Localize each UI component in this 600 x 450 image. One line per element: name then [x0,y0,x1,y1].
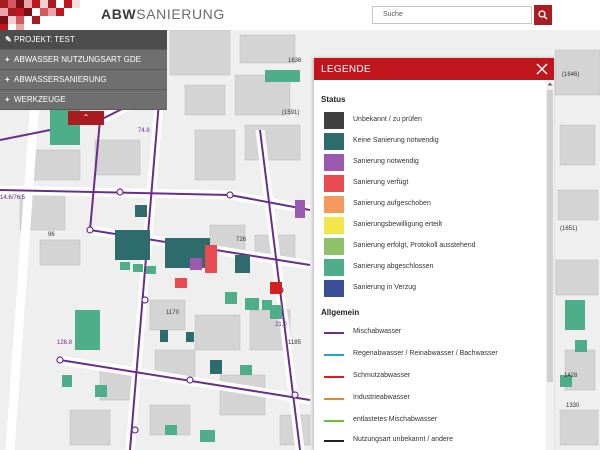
legend-item-label: Regenabwasser / Reinabwasser / Bachwasse… [353,350,498,357]
menu-item-abwassersanierung[interactable]: + ABWASSERSANIERUNG [0,70,167,90]
map-label-pipe-1: 14.6/76.5 [0,195,26,201]
legend-line-item: entlastetes Mischabwasser [324,412,544,430]
legend-item-label: Sanierung abgeschlossen [353,263,434,270]
plus-icon: + [5,75,10,84]
legend-status-item: Sanierung in Verzug [324,280,544,298]
map-label-1330: 1330 [566,403,580,409]
map-label-1428: 1428 [564,373,578,379]
line-swatch [324,332,344,334]
legend-line-item: Nutzungsart unbekannt / andere [324,432,544,450]
map-label-726: 726 [236,237,247,243]
status-swatch [324,259,344,276]
close-icon [536,63,548,75]
map-label-1591: (1591) [282,110,300,116]
menu-collapse-button[interactable]: ⌃ [68,111,104,125]
chevron-up-icon: ⌃ [82,113,90,122]
legend-line-item: Regenabwasser / Reinabwasser / Bachwasse… [324,346,544,364]
legend-item-label: Unbekannt / zu prüfen [353,116,422,123]
map-label-1185: 1185 [288,340,301,346]
legend-status-item: Sanierung notwendig [324,154,544,172]
legend-scrollbar[interactable] [546,80,554,450]
map-label-96: 96 [48,232,55,238]
menu-item-label: ABWASSERSANIERUNG [14,75,107,84]
status-swatch [324,280,344,297]
status-swatch [324,112,344,129]
legend-item-label: Sanierungsbewilligung erteilt [353,221,443,228]
map-label-1636: 1636 [288,58,302,64]
legend-general-heading: Allgemein [321,308,360,317]
search-input[interactable]: Suche [372,6,532,24]
app-header: ABWSANIERUNG Suche [0,0,600,30]
legend-status-item: Sanierung erfolgt, Protokoll ausstehend [324,238,544,256]
map-label-pipe-3: 126.8 [57,340,73,346]
legend-body[interactable]: Status Unbekannt / zu prüfen Keine Sanie… [314,80,546,450]
menu-item-werkzeuge[interactable]: + WERKZEUGE [0,90,167,110]
scrollbar-thumb[interactable] [547,90,553,382]
line-swatch [324,354,344,356]
legend-item-label: Sanierung aufgeschoben [353,200,431,207]
status-swatch [324,217,344,234]
legend-item-label: Industrieabwasser [353,394,410,401]
search-icon [538,10,548,20]
menu-item-label: ABWASSER NUTZUNGSART GDE [14,55,141,64]
line-swatch [324,440,344,442]
legend-item-label: Sanierung notwendig [353,158,419,165]
map-label-pipe-4: 21.0 [275,322,287,328]
legend-panel: LEGENDE Status Unbekannt / zu prüfen Kei… [314,58,554,450]
legend-item-label: Sanierung verfügt [353,179,409,186]
map-label-1651: (1651) [560,226,578,232]
status-swatch [324,154,344,171]
legend-status-item: Sanierung aufgeschoben [324,196,544,214]
line-swatch [324,420,344,422]
legend-item-label: Mischabwasser [353,328,402,335]
legend-line-item: Mischabwasser [324,324,544,342]
scroll-up-icon[interactable] [546,80,554,88]
logo-bold: ABW [101,6,137,22]
legend-status-item: Unbekannt / zu prüfen [324,112,544,130]
legend-status-item: Keine Sanierung notwendig [324,133,544,151]
legend-status-item: Sanierungsbewilligung erteilt [324,217,544,235]
legend-header: LEGENDE [314,58,554,80]
app-logo[interactable]: ABWSANIERUNG [101,6,225,22]
map-label-pipe-2: 74.8 [138,128,150,134]
legend-item-label: Keine Sanierung notwendig [353,137,439,144]
menu-item-label: PROJEKT: TEST [14,35,75,44]
menu-item-label: WERKZEUGE [14,95,66,104]
legend-item-label: Nutzungsart unbekannt / andere [353,436,454,443]
menu-item-abwasser-nutzungsart[interactable]: + ABWASSER NUTZUNGSART GDE [0,50,167,70]
map-label-1646: (1646) [562,72,580,78]
legend-close-button[interactable] [532,60,552,78]
legend-item-label: entlastetes Mischabwasser [353,416,438,423]
pencil-icon: ✎ [5,35,12,44]
search-button[interactable] [534,5,552,25]
logo-mosaic [0,0,80,30]
plus-icon: + [5,55,10,64]
legend-item-label: Sanierung in Verzug [353,284,417,291]
legend-status-item: Sanierung verfügt [324,175,544,193]
logo-light: SANIERUNG [136,6,225,22]
legend-line-item: Schmutzabwasser [324,368,544,386]
legend-status-item: Sanierung abgeschlossen [324,259,544,277]
status-swatch [324,133,344,150]
menu-item-projekt[interactable]: ✎ PROJEKT: TEST [0,30,167,50]
line-swatch [324,398,344,400]
status-swatch [324,175,344,192]
status-swatch [324,238,344,255]
legend-line-item: Industrieabwasser [324,390,544,408]
status-swatch [324,196,344,213]
legend-item-label: Sanierung erfolgt, Protokoll ausstehend [353,242,476,249]
legend-title: LEGENDE [321,64,371,75]
layer-menu: ✎ PROJEKT: TEST + ABWASSER NUTZUNGSART GDE… [0,30,167,125]
legend-status-heading: Status [321,95,346,104]
legend-item-label: Schmutzabwasser [353,372,411,379]
map-label-1170: 1170 [166,310,179,316]
plus-icon: + [5,95,10,104]
line-swatch [324,376,344,378]
